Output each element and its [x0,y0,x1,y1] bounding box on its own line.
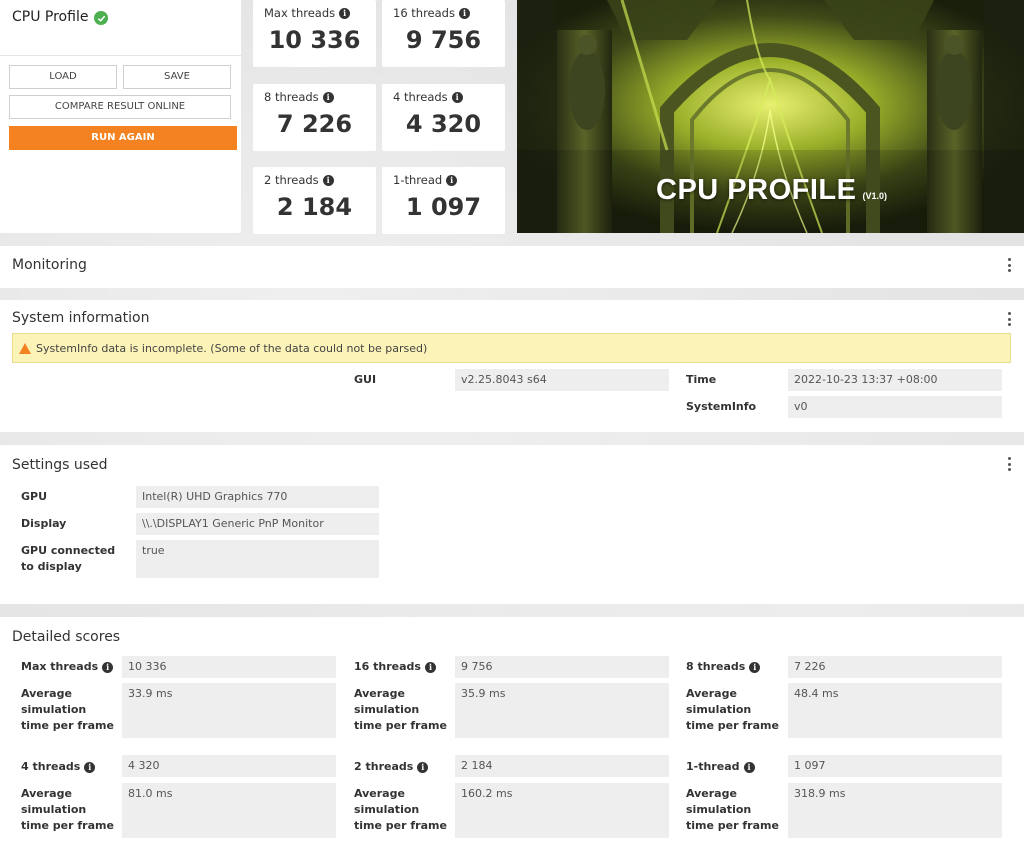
warning-icon [19,342,31,354]
score-value: 10 336 [268,26,361,54]
avg-sim-time-value: 48.4 ms [788,683,1002,738]
detail-score-value: 4 320 [122,755,336,777]
hero-title: CPU PROFILE [656,174,857,206]
info-icon[interactable]: i [749,661,761,673]
detail-label-16-threads: 16 threads i [354,659,436,675]
section-title: Monitoring [12,257,87,273]
gui-label: GUI [354,373,377,386]
score-tile-2-threads: 2 threads i 2 184 [253,167,376,234]
gpu-connected-label: GPU connected to display [21,544,116,573]
avg-sim-time-value: 35.9 ms [455,683,669,738]
time-value: 2022-10-23 13:37 +08:00 [788,369,1002,391]
score-value: 2 184 [276,193,353,221]
detail-label-8-threads: 8 threads i [686,659,761,675]
run-again-button[interactable]: RUN AGAIN [9,126,237,150]
score-value: 4 320 [405,110,482,138]
display-value: \\.\DISPLAY1 Generic PnP Monitor [136,513,379,535]
detail-score-value: 2 184 [455,755,669,777]
hero-version: (V1.0) [862,191,887,201]
detail-label-text: 4 threads [21,760,81,773]
detailed-scores-section: Detailed scores Max threads i 10 336 Aver… [0,617,1024,853]
info-icon[interactable]: i [339,7,351,19]
score-tile-max-threads: Max threads i 10 336 [253,0,376,67]
gpu-connected-value: true [136,540,379,578]
detail-label-4-threads: 4 threads i [21,759,96,775]
profile-title-row: CPU Profile [0,0,241,56]
warning-banner: SystemInfo data is incomplete. (Some of … [12,333,1011,363]
kebab-menu-icon[interactable] [1008,312,1012,326]
detail-label-text: 16 threads [354,660,421,673]
detail-label-2-threads: 2 threads i [354,759,429,775]
score-label: 16 threads [393,6,455,20]
display-label: Display [21,517,67,530]
score-label: 1-thread [393,173,443,187]
load-button[interactable]: LOAD [9,65,117,89]
detail-label-text: 8 threads [686,660,746,673]
systeminfo-value: v0 [788,396,1002,418]
avg-sim-time-value: 81.0 ms [122,783,336,838]
detail-label-max-threads: Max threads i [21,659,114,675]
info-icon[interactable]: i [451,91,463,103]
avg-sim-time-label: Average simulation time per frame [686,787,779,832]
hero-title-group: CPU PROFILE (V1.0) [656,174,887,207]
score-tile-4-threads: 4 threads i 4 320 [382,84,505,151]
monitoring-section: Monitoring [0,246,1024,288]
detail-label-text: 1-thread [686,760,740,773]
info-icon[interactable]: i [424,661,436,673]
check-icon [94,11,109,25]
info-icon[interactable]: i [417,761,429,773]
avg-sim-time-label: Average simulation time per frame [354,787,447,832]
score-value: 7 226 [276,110,353,138]
info-icon[interactable]: i [84,761,96,773]
score-label: 2 threads [264,173,319,187]
section-title: Settings used [12,457,108,473]
info-icon[interactable]: i [322,91,334,103]
score-label: Max threads [264,6,336,20]
score-value: 1 097 [405,193,482,221]
profile-card: CPU Profile LOAD SAVE COMPARE RESULT ONL… [0,0,241,233]
detail-label-text: 2 threads [354,760,414,773]
section-title: Detailed scores [12,629,121,645]
detail-score-value: 9 756 [455,656,669,678]
detail-label-text: Max threads [21,660,99,673]
info-icon[interactable]: i [102,661,114,673]
avg-sim-time-value: 33.9 ms [122,683,336,738]
avg-sim-time-value: 318.9 ms [788,783,1002,838]
save-button[interactable]: SAVE [123,65,231,89]
settings-used-section: Settings used GPU Intel(R) UHD Graphics … [0,445,1024,604]
avg-sim-time-label: Average simulation time per frame [686,687,779,732]
time-label: Time [686,373,717,386]
score-value: 9 756 [405,26,482,54]
detail-score-value: 10 336 [122,656,336,678]
score-tile-1-thread: 1-thread i 1 097 [382,167,505,234]
detail-label-1-thread: 1-thread i [686,759,755,775]
profile-title: CPU Profile [12,9,89,25]
info-icon[interactable]: i [743,761,755,773]
kebab-menu-icon[interactable] [1008,258,1012,272]
info-icon[interactable]: i [446,174,458,186]
detail-score-value: 7 226 [788,656,1002,678]
system-information-section: System information SystemInfo data is in… [0,300,1024,432]
score-tile-8-threads: 8 threads i 7 226 [253,84,376,151]
kebab-menu-icon[interactable] [1008,457,1012,471]
score-label: 8 threads [264,90,319,104]
detail-score-value: 1 097 [788,755,1002,777]
systeminfo-label: SystemInfo [686,400,757,413]
hero-banner: CPU PROFILE (V1.0) [517,0,1024,233]
score-label: 4 threads [393,90,448,104]
info-icon[interactable]: i [458,7,470,19]
avg-sim-time-value: 160.2 ms [455,783,669,838]
gpu-label: GPU [21,490,48,503]
score-tile-16-threads: 16 threads i 9 756 [382,0,505,67]
gui-value: v2.25.8043 s64 [455,369,669,391]
section-title: System information [12,310,150,326]
avg-sim-time-label: Average simulation time per frame [21,787,114,832]
compare-online-button[interactable]: COMPARE RESULT ONLINE [9,95,231,119]
avg-sim-time-label: Average simulation time per frame [354,687,447,732]
avg-sim-time-label: Average simulation time per frame [21,687,114,732]
gpu-value: Intel(R) UHD Graphics 770 [136,486,379,508]
info-icon[interactable]: i [322,174,334,186]
warning-text: SystemInfo data is incomplete. (Some of … [36,341,428,355]
